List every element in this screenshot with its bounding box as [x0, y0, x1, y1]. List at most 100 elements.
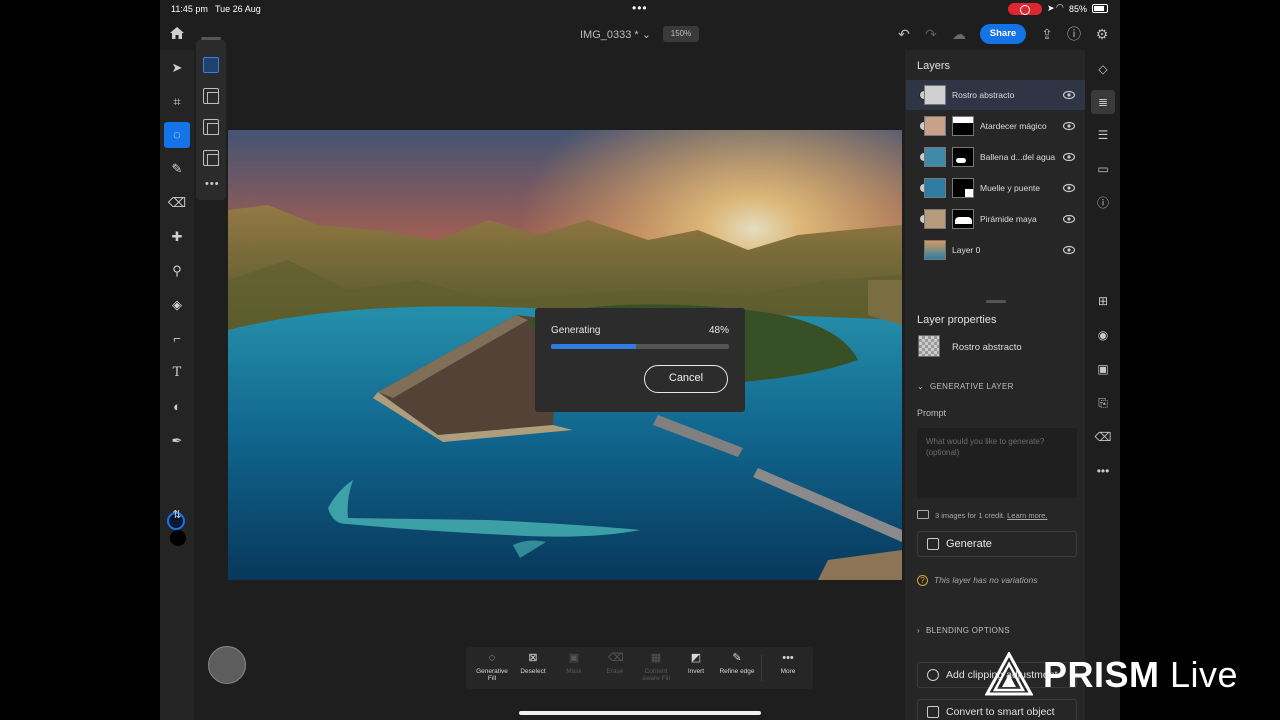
touch-shortcut-button[interactable]	[208, 646, 246, 684]
erase-icon: ⌫	[608, 652, 624, 664]
multitask-dots-icon[interactable]: •••	[632, 1, 648, 15]
generating-label: Generating	[551, 325, 601, 336]
lasso-select-icon[interactable]: ◌	[164, 122, 190, 148]
visibility-eye-icon[interactable]	[1063, 245, 1075, 255]
watermark-text: PRISM Live	[1043, 654, 1239, 695]
intersect-selection-icon[interactable]	[203, 150, 219, 166]
invert-button[interactable]: ◩ Invert	[676, 651, 716, 675]
mask-icon[interactable]: ▣	[1094, 360, 1112, 378]
transform-tool-icon[interactable]: ⌗	[164, 89, 190, 115]
more-options-icon[interactable]: •••	[205, 178, 220, 190]
more-button[interactable]: ••• More	[768, 651, 808, 675]
new-selection-icon[interactable]	[203, 57, 219, 73]
move-tool-icon[interactable]: ➤	[164, 55, 190, 81]
status-bar: 11:45 pm Tue 26 Aug ••• ➤ ◠ 85%	[160, 0, 1120, 18]
layer-row[interactable]: Pirámide maya	[906, 204, 1085, 234]
adjustment-icon	[927, 669, 939, 681]
clone-stamp-icon[interactable]: ⚲	[164, 258, 190, 284]
layer-thumbnail	[924, 178, 946, 198]
left-toolbar: ➤ ⌗ ◌ ✎ ⌫ ✚ ⚲ ◈ ⌐ T ◐ ✒ ⇅	[160, 50, 194, 720]
visibility-eye-icon[interactable]	[1063, 214, 1075, 224]
app-screen: 11:45 pm Tue 26 Aug ••• ➤ ◠ 85% IMG_0333…	[160, 0, 1120, 720]
context-bar-divider	[761, 655, 762, 681]
help-icon[interactable]: ⓘ	[1065, 25, 1083, 43]
mask-button[interactable]: ▣ Mask	[554, 651, 594, 675]
export-icon[interactable]: ⇪	[1038, 25, 1056, 43]
layer-row[interactable]: Ballena d...del agua	[906, 142, 1085, 172]
visibility-eye-icon[interactable]	[1063, 152, 1075, 162]
home-icon[interactable]	[168, 24, 186, 42]
erase-button[interactable]: ⌫ Erase	[595, 651, 635, 675]
undo-icon[interactable]: ↶	[895, 25, 913, 43]
deselect-button[interactable]: ⊠ Deselect	[513, 651, 553, 675]
adjustments-sliders-icon[interactable]: ☰	[1094, 126, 1112, 144]
layer-thumbnail	[924, 85, 946, 105]
swap-colors-icon[interactable]: ⇅	[164, 502, 190, 528]
learn-more-link[interactable]: Learn more.	[1007, 511, 1047, 520]
background-color-swatch[interactable]	[170, 530, 186, 546]
add-selection-icon[interactable]	[203, 88, 219, 104]
clipping-mask-icon[interactable]: ⎘	[1094, 394, 1112, 412]
eraser-icon[interactable]: ⌫	[164, 190, 190, 216]
refine-edge-button[interactable]: ✎ Refine edge	[717, 651, 757, 675]
progress-fill	[551, 344, 637, 349]
deselect-icon: ⊠	[528, 652, 538, 664]
layer-row[interactable]: Rostro abstracto	[906, 80, 1085, 110]
convert-smart-object-button[interactable]: Convert to smart object	[917, 699, 1077, 720]
paint-bucket-icon[interactable]: ◈	[164, 292, 190, 318]
panel-resize-handle[interactable]	[986, 300, 1006, 303]
generative-fill-button[interactable]: ◌ Generative Fill	[472, 651, 512, 682]
subtools-grip[interactable]	[201, 37, 221, 40]
layer-mask-thumbnail	[952, 178, 974, 198]
blending-options-section[interactable]: › BLENDING OPTIONS	[917, 626, 1010, 635]
location-icon: ➤	[1047, 3, 1055, 13]
layer-thumbnail	[924, 116, 946, 136]
layer-thumbnail	[924, 240, 946, 260]
invert-icon: ◩	[690, 652, 702, 664]
share-button[interactable]: Share	[980, 24, 1026, 44]
cloud-icon[interactable]: ☁	[950, 25, 968, 43]
generative-layer-section[interactable]: ⌄ GENERATIVE LAYER	[917, 382, 1014, 391]
brush-icon[interactable]: ✎	[164, 156, 190, 182]
generating-dialog: Generating 48% Cancel	[535, 308, 745, 412]
crop-icon[interactable]: ⌐	[164, 326, 190, 352]
add-layer-icon[interactable]: ⊞	[1094, 292, 1112, 310]
visibility-eye-icon[interactable]	[1063, 90, 1075, 100]
layer-name: Ballena d...del agua	[980, 152, 1056, 162]
layers-stack-icon[interactable]: ◇	[1094, 60, 1112, 78]
layer-properties-icon[interactable]: ≣	[1091, 90, 1115, 114]
generate-button[interactable]: Generate	[917, 531, 1077, 557]
settings-gear-icon[interactable]: ⚙	[1093, 25, 1111, 43]
layer-properties-title: Layer properties	[917, 314, 997, 326]
prism-live-watermark: PRISM Live	[985, 650, 1265, 698]
document-title[interactable]: IMG_0333 * ⌄	[580, 28, 651, 41]
cancel-button[interactable]: Cancel	[644, 365, 728, 393]
healing-brush-icon[interactable]: ✚	[164, 224, 190, 250]
visibility-eye-icon[interactable]	[1063, 121, 1075, 131]
selection-subtools: •••	[196, 37, 226, 200]
layer-name: Layer 0	[952, 245, 981, 255]
zoom-level[interactable]: 150%	[663, 26, 699, 42]
right-icon-strip: ◇ ≣ ☰ ▭ ⓘ ⊞ ◉ ▣ ⎘ ⌫ •••	[1085, 50, 1120, 720]
layer-row[interactable]: Atardecer mágico	[906, 111, 1085, 141]
home-indicator[interactable]	[519, 711, 761, 715]
more-options-icon[interactable]: •••	[1094, 462, 1112, 480]
layer-row[interactable]: Muelle y puente	[906, 173, 1085, 203]
generate-icon	[927, 538, 939, 550]
redo-icon[interactable]: ↷	[922, 25, 940, 43]
eyedropper-icon[interactable]: ✒	[164, 428, 190, 454]
adjustment-icon[interactable]: ◐	[164, 394, 190, 420]
eraser-icon[interactable]: ⌫	[1094, 428, 1112, 446]
type-icon[interactable]: T	[164, 360, 190, 386]
chevron-down-icon: ⌄	[917, 382, 925, 391]
subtract-selection-icon[interactable]	[203, 119, 219, 135]
prompt-input[interactable]: What would you like to generate? (option…	[917, 428, 1077, 498]
layer-row[interactable]: Layer 0	[906, 235, 1085, 265]
content-aware-fill-button[interactable]: ▦ Content aware Fill	[636, 651, 676, 682]
visibility-icon[interactable]: ◉	[1094, 326, 1112, 344]
info-icon[interactable]: ⓘ	[1094, 194, 1112, 212]
comments-icon[interactable]: ▭	[1094, 160, 1112, 178]
visibility-eye-icon[interactable]	[1063, 183, 1075, 193]
credits-info: 3 images for 1 credit. Learn more.	[917, 510, 1048, 520]
refine-edge-icon: ✎	[732, 652, 742, 664]
